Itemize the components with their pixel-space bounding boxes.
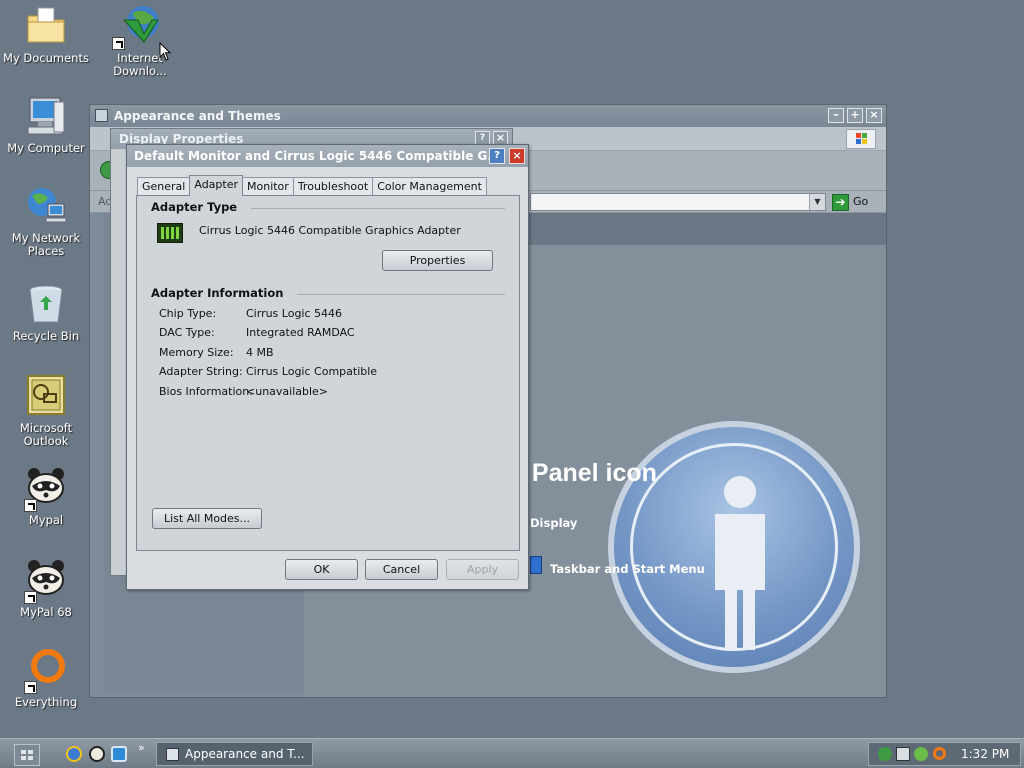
browser-quicklaunch-icon[interactable] xyxy=(111,746,127,762)
desktop-icon-my-documents[interactable]: My Documents xyxy=(0,4,94,65)
start-button[interactable] xyxy=(14,744,40,766)
taskbar-start-menu-link[interactable]: Taskbar and Start Menu xyxy=(530,556,705,576)
raccoon-icon xyxy=(24,466,68,512)
adapter-name: Cirrus Logic 5446 Compatible Graphics Ad… xyxy=(199,224,461,237)
adapter-string-label: Adapter String: xyxy=(159,365,243,378)
adapter-properties-dialog[interactable]: Default Monitor and Cirrus Logic 5446 Co… xyxy=(126,144,529,590)
desktop-icon-everything[interactable]: Everything xyxy=(0,648,94,709)
mypal-quicklaunch-icon[interactable] xyxy=(89,746,105,762)
adapter-string-value: Cirrus Logic Compatible xyxy=(246,365,378,378)
help-button[interactable]: ? xyxy=(489,148,505,164)
desktop-icon-microsoft-outlook[interactable]: Microsoft Outlook xyxy=(0,374,94,448)
adapter-information-heading: Adapter Information xyxy=(151,286,284,300)
desktop-icon-label: Everything xyxy=(14,695,78,709)
graphics-card-icon xyxy=(157,223,183,243)
network-tray-icon[interactable] xyxy=(878,747,892,761)
chip-type-value: Cirrus Logic 5446 xyxy=(246,307,343,320)
address-input[interactable]: ▼ xyxy=(530,193,826,211)
desktop-icon-label: Microsoft Outlook xyxy=(19,421,73,448)
system-tray: 1:32 PM xyxy=(868,742,1021,766)
control-panel-icon xyxy=(95,109,108,122)
memory-size-value: 4 MB xyxy=(246,346,274,359)
apply-button[interactable]: Apply xyxy=(446,559,519,580)
mouse-cursor-icon xyxy=(159,42,172,61)
help-button[interactable]: ? xyxy=(475,131,490,145)
taskbar-link-icon xyxy=(530,556,542,574)
download-manager-icon xyxy=(112,4,162,50)
shortcut-arrow-icon xyxy=(112,37,125,50)
desktop-icon-label: Recycle Bin xyxy=(12,329,80,343)
close-button[interactable]: × xyxy=(493,131,508,145)
dialog-titlebar[interactable]: Default Monitor and Cirrus Logic 5446 Co… xyxy=(127,145,528,167)
window-title: Appearance and Themes xyxy=(114,109,281,123)
maximize-button[interactable]: + xyxy=(847,108,863,123)
desktop-icon-my-network-places[interactable]: My Network Places xyxy=(0,184,94,258)
search-tray-icon[interactable] xyxy=(933,747,946,760)
desktop-icon-recycle-bin[interactable]: Recycle Bin xyxy=(0,282,94,343)
dac-type-value: Integrated RAMDAC xyxy=(246,326,355,339)
go-button[interactable]: ➔ Go xyxy=(832,193,882,211)
tab-troubleshoot[interactable]: Troubleshoot xyxy=(292,177,374,196)
tab-color-management[interactable]: Color Management xyxy=(372,177,487,196)
dialog-title: Default Monitor and Cirrus Logic 5446 Co… xyxy=(134,149,502,163)
chip-type-label: Chip Type: xyxy=(159,307,217,320)
ok-button[interactable]: OK xyxy=(285,559,358,580)
raccoon-icon xyxy=(24,558,68,604)
desktop-icon-my-computer[interactable]: My Computer xyxy=(0,94,94,155)
update-tray-icon[interactable] xyxy=(914,747,928,761)
tab-strip: General Adapter Monitor Troubleshoot Col… xyxy=(137,175,487,196)
recycle-bin-icon xyxy=(24,282,68,326)
display-link[interactable]: ✎ Display xyxy=(510,514,577,530)
adapter-type-heading: Adapter Type xyxy=(151,200,238,214)
tab-general[interactable]: General xyxy=(137,177,191,196)
desktop-icon-internet-download[interactable]: Internet Downlo... xyxy=(92,4,188,78)
go-arrow-icon: ➔ xyxy=(832,193,849,211)
adapter-tab-panel: Adapter Type Cirrus Logic 5446 Compatibl… xyxy=(136,195,520,551)
shortcut-arrow-icon xyxy=(24,681,37,694)
desktop-icon-label: My Computer xyxy=(7,141,85,155)
properties-button[interactable]: Properties xyxy=(382,250,493,271)
shortcut-arrow-icon xyxy=(24,499,37,512)
control-panel-icon xyxy=(166,748,179,761)
group-divider xyxy=(251,208,505,209)
folder-icon xyxy=(24,4,68,48)
desktop-icon-label: My Network Places xyxy=(11,231,81,258)
outlook-icon xyxy=(24,374,68,418)
taskbar-appearance-and-themes[interactable]: Appearance and T... xyxy=(156,742,313,766)
memory-size-label: Memory Size: xyxy=(159,346,234,359)
control-panel-heading: l Panel icon xyxy=(518,459,657,487)
internet-explorer-icon[interactable] xyxy=(66,746,82,762)
desktop-icon-mypal-68[interactable]: MyPal 68 xyxy=(0,558,94,619)
safely-remove-tray-icon[interactable] xyxy=(896,747,910,761)
desktop-icon-label: Mypal xyxy=(28,513,64,527)
chevron-down-icon[interactable]: ▼ xyxy=(809,194,825,210)
minimize-button[interactable]: – xyxy=(828,108,844,123)
cancel-button[interactable]: Cancel xyxy=(365,559,438,580)
group-divider xyxy=(297,294,505,295)
taskbar: » Appearance and T... 1:32 PM xyxy=(0,738,1024,768)
quicklaunch-chevron[interactable]: » xyxy=(138,741,145,754)
bios-information-value: <unavailable> xyxy=(246,385,329,398)
windows-logo-icon xyxy=(846,129,876,149)
desktop-icon-mypal[interactable]: Mypal xyxy=(0,466,94,527)
taskbar-clock[interactable]: 1:32 PM xyxy=(961,743,1009,765)
shortcut-arrow-icon xyxy=(24,591,37,604)
tab-adapter[interactable]: Adapter xyxy=(189,175,243,196)
window-titlebar[interactable]: Appearance and Themes – + × xyxy=(90,105,886,127)
close-button[interactable]: × xyxy=(509,148,525,164)
everything-search-icon xyxy=(24,648,68,694)
desktop-icon-label: MyPal 68 xyxy=(20,605,72,619)
bios-information-label: Bios Information: xyxy=(159,385,253,398)
dac-type-label: DAC Type: xyxy=(159,326,215,339)
close-button[interactable]: × xyxy=(866,108,882,123)
desktop-icon-label: My Documents xyxy=(3,51,89,65)
network-icon xyxy=(24,184,68,228)
tab-monitor[interactable]: Monitor xyxy=(242,177,294,196)
computer-icon xyxy=(24,94,68,138)
list-all-modes-button[interactable]: List All Modes... xyxy=(152,508,262,529)
